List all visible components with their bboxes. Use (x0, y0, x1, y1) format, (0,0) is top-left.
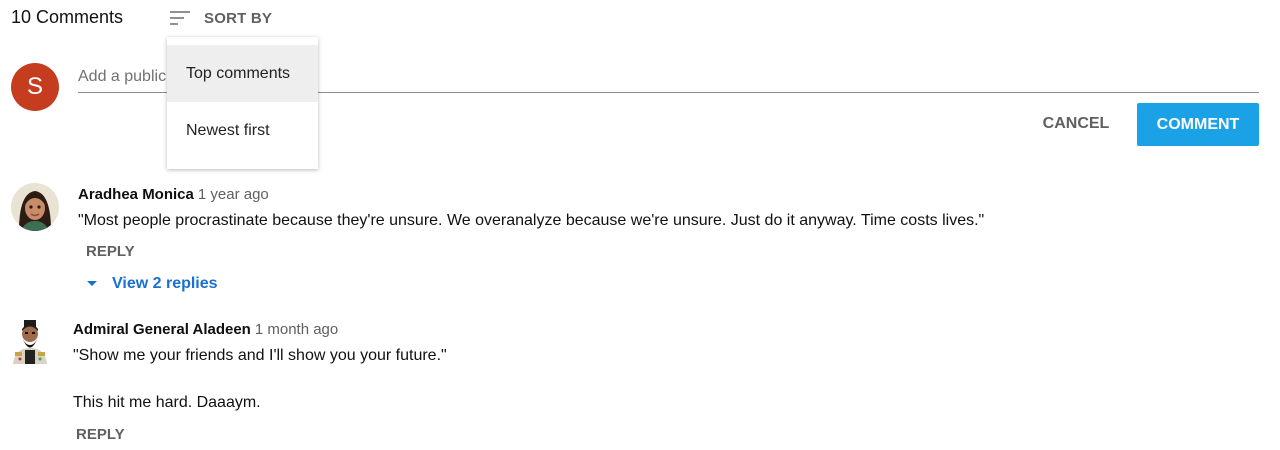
comment-text-line: This hit me hard. Daaaym. (73, 394, 261, 411)
comment-text: "Most people procrastinate because they'… (78, 212, 985, 229)
comment-author[interactable]: Aradhea Monica (78, 186, 194, 203)
sort-option-top-comments[interactable]: Top comments (167, 45, 318, 102)
sort-by-label: SORT BY (204, 9, 273, 27)
caret-down-icon (86, 275, 98, 293)
avatar-general-icon (13, 320, 47, 364)
sort-menu: Top comments Newest first (167, 37, 318, 169)
avatar-face-icon (11, 183, 59, 231)
commenter-avatar[interactable] (11, 183, 59, 231)
comment-time[interactable]: 1 year ago (198, 186, 269, 203)
submit-comment-button[interactable]: COMMENT (1137, 103, 1259, 146)
sort-option-newest-first[interactable]: Newest first (167, 102, 318, 159)
reply-button[interactable]: REPLY (76, 426, 125, 443)
comment-time[interactable]: 1 month ago (255, 321, 338, 338)
reply-button[interactable]: REPLY (86, 243, 135, 260)
cancel-button[interactable]: CANCEL (1032, 103, 1120, 145)
view-replies-button[interactable]: View 2 replies (86, 275, 218, 293)
comment-author[interactable]: Admiral General Aladeen (73, 321, 251, 338)
comment-text-line: "Show me your friends and I'll show you … (73, 347, 447, 364)
comment-header: Admiral General Aladeen 1 month ago (73, 321, 338, 338)
user-avatar[interactable]: S (11, 63, 59, 111)
sort-lines-icon (168, 6, 192, 30)
comment-count: 10 Comments (11, 7, 124, 27)
avatar-letter: S (26, 73, 43, 100)
sort-by-button[interactable]: SORT BY (168, 6, 272, 30)
comment-header: Aradhea Monica 1 year ago (78, 186, 269, 203)
view-replies-label: View 2 replies (112, 275, 218, 292)
commenter-avatar[interactable] (5, 318, 55, 368)
